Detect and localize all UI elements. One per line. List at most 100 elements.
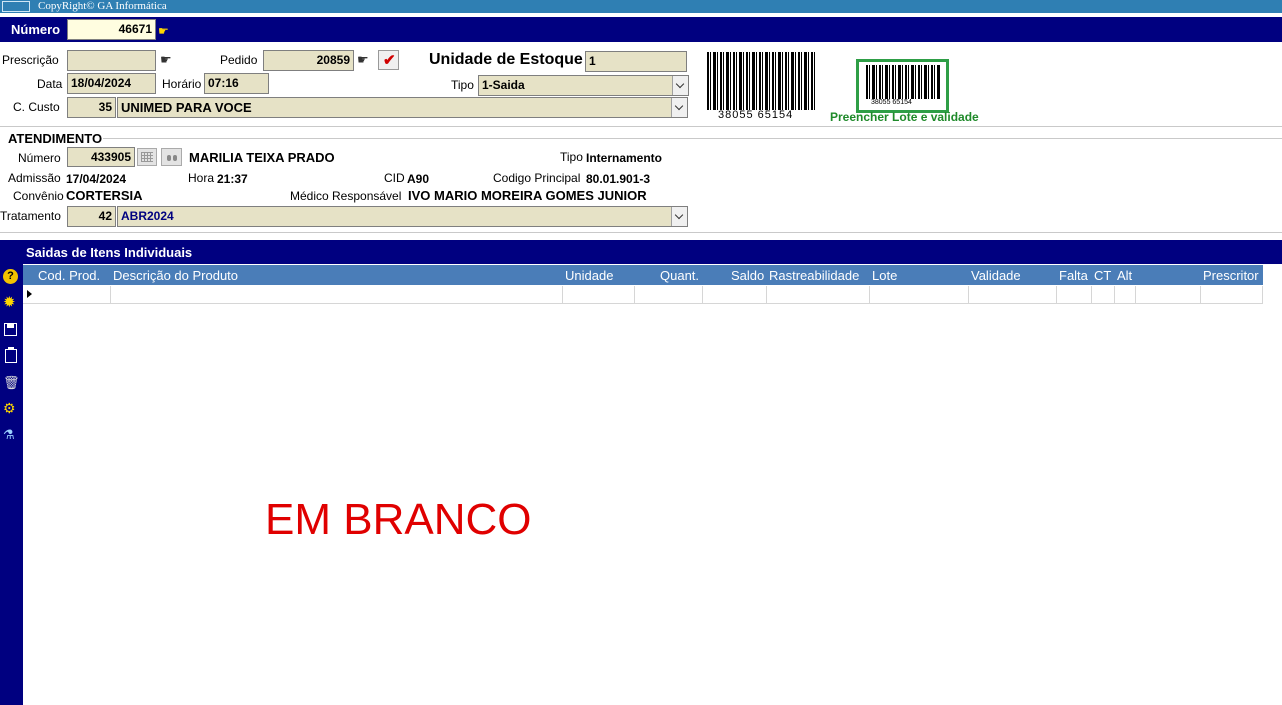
unidade-estoque-label: Unidade de Estoque bbox=[429, 51, 583, 68]
barcode-bars bbox=[707, 52, 815, 110]
codigo-principal-value: 80.01.901-3 bbox=[586, 172, 651, 186]
flask-icon[interactable]: ⚗ bbox=[3, 427, 19, 443]
divider bbox=[0, 232, 1282, 233]
col-prescritor[interactable]: Prescritor bbox=[1203, 265, 1259, 285]
grid-cell[interactable] bbox=[968, 286, 969, 303]
prescricao-label: Prescrição bbox=[2, 53, 59, 67]
atendimento-title: ATENDIMENTO bbox=[8, 131, 103, 146]
data-field[interactable]: 18/04/2024 bbox=[67, 73, 156, 94]
prescricao-field[interactable] bbox=[67, 50, 156, 71]
col-ct[interactable]: CT bbox=[1094, 265, 1111, 285]
atendimento-numero-field[interactable]: 433905 bbox=[67, 147, 135, 167]
grid-section-header: Saidas de Itens Individuais bbox=[0, 240, 1282, 264]
copyright-text: CopyRight© GA Informática bbox=[38, 0, 167, 12]
save-icon[interactable] bbox=[3, 322, 19, 338]
grid-column-header: Cod. Prod. Descrição do Produto Unidade … bbox=[23, 265, 1263, 285]
barcode-small-number: 38055 65154 bbox=[871, 99, 912, 106]
grid-cell[interactable] bbox=[766, 286, 767, 303]
grid-cell[interactable] bbox=[1262, 286, 1263, 303]
app-logo-icon bbox=[2, 1, 30, 12]
preencher-lote-link[interactable]: Preencher Lote e validade bbox=[830, 110, 979, 124]
grid-cell[interactable] bbox=[1114, 286, 1115, 303]
col-rastreabilidade[interactable]: Rastreabilidade bbox=[769, 265, 859, 285]
admissao-label: Admissão bbox=[8, 171, 61, 185]
tratamento-label: Tratamento bbox=[0, 209, 61, 223]
empty-annotation: EM BRANCO bbox=[265, 495, 532, 544]
ccusto-code-field[interactable]: 35 bbox=[67, 97, 116, 118]
col-lote[interactable]: Lote bbox=[872, 265, 897, 285]
barcode-large: 38055 65154 bbox=[702, 50, 820, 124]
grid-cell[interactable] bbox=[702, 286, 703, 303]
grid-cell[interactable] bbox=[1056, 286, 1057, 303]
copyright-bar: CopyRight© GA Informática bbox=[0, 0, 1282, 13]
cid-value: A90 bbox=[407, 172, 430, 186]
numero-field[interactable]: 46671 bbox=[67, 19, 156, 40]
chevron-down-icon[interactable] bbox=[671, 207, 687, 226]
help-icon[interactable]: ? bbox=[3, 269, 19, 285]
data-label: Data bbox=[37, 77, 63, 91]
barcode-small-bars bbox=[866, 65, 940, 99]
chevron-down-icon[interactable] bbox=[671, 98, 687, 117]
medico-label: Médico Responsável bbox=[290, 189, 402, 203]
codigo-principal-label: Codigo Principal bbox=[493, 171, 581, 185]
horario-label: Horário bbox=[162, 77, 202, 91]
grid-cell[interactable] bbox=[869, 286, 870, 303]
grid-title: Saidas de Itens Individuais bbox=[26, 245, 193, 260]
pedido-label: Pedido bbox=[220, 53, 258, 67]
grid-toolbar: ? ✹ 🗑 ⚙ ⚗ bbox=[0, 240, 23, 705]
numero-bar: Número 46671 ☛ bbox=[0, 17, 1282, 42]
tratamento-value: ABR2024 bbox=[121, 209, 174, 223]
col-quant[interactable]: Quant. bbox=[660, 265, 699, 285]
barcode-number: 38055 65154 bbox=[718, 109, 794, 121]
convenio-value: CORTERSIA bbox=[66, 188, 143, 203]
atendimento-tipo-value: Internamento bbox=[586, 151, 663, 165]
row-indicator-icon bbox=[27, 290, 32, 298]
hora-value: 21:37 bbox=[217, 172, 248, 186]
atendimento-tipo-label: Tipo bbox=[560, 150, 583, 164]
col-alt[interactable]: Alt bbox=[1117, 265, 1135, 285]
col-unidade[interactable]: Unidade bbox=[565, 265, 613, 285]
tipo-select[interactable]: 1-Saida bbox=[478, 75, 689, 96]
grid-cell[interactable] bbox=[1091, 286, 1092, 303]
divider bbox=[0, 126, 1282, 127]
col-saldo[interactable]: Saldo bbox=[731, 265, 764, 285]
chevron-down-icon[interactable] bbox=[672, 76, 688, 95]
admissao-value: 17/04/2024 bbox=[66, 172, 127, 186]
confirm-button[interactable]: ✔ bbox=[378, 50, 399, 70]
tratamento-select[interactable]: ABR2024 bbox=[117, 206, 688, 227]
pointing-hand-icon[interactable]: ☛ bbox=[158, 24, 169, 38]
binoculars-icon[interactable] bbox=[161, 148, 182, 166]
tipo-label: Tipo bbox=[451, 78, 474, 92]
cid-label: CID bbox=[384, 171, 405, 185]
grid-cell[interactable] bbox=[1200, 286, 1201, 303]
col-cod-prod[interactable]: Cod. Prod. bbox=[38, 265, 100, 285]
medico-value: IVO MARIO MOREIRA GOMES JUNIOR bbox=[408, 188, 647, 203]
barcode-scan-button[interactable]: 38055 65154 bbox=[856, 59, 949, 113]
calendar-icon[interactable] bbox=[137, 148, 157, 166]
col-descricao[interactable]: Descrição do Produto bbox=[113, 265, 238, 285]
horario-field[interactable]: 07:16 bbox=[204, 73, 269, 94]
pedido-field[interactable]: 20859 bbox=[263, 50, 354, 71]
settings-icon[interactable]: ⚙ bbox=[3, 400, 19, 416]
clipboard-icon[interactable] bbox=[3, 347, 19, 363]
tratamento-code-field[interactable]: 42 bbox=[67, 206, 116, 227]
col-falta[interactable]: Falta bbox=[1059, 265, 1088, 285]
prescricao-pointing-hand-icon[interactable]: ☛ bbox=[160, 53, 172, 67]
convenio-label: Convênio bbox=[13, 189, 64, 203]
new-icon[interactable]: ✹ bbox=[3, 295, 19, 311]
unidade-estoque-field[interactable]: 1 bbox=[585, 51, 687, 72]
delete-icon[interactable]: 🗑 bbox=[3, 375, 20, 391]
ccusto-label: C. Custo bbox=[13, 100, 60, 114]
grid-cell[interactable] bbox=[1135, 286, 1136, 303]
ccusto-value: UNIMED PARA VOCE bbox=[121, 100, 252, 115]
atendimento-numero-label: Número bbox=[18, 151, 61, 165]
ccusto-select[interactable]: UNIMED PARA VOCE bbox=[117, 97, 688, 118]
grid-cell[interactable] bbox=[562, 286, 563, 303]
table-row[interactable] bbox=[23, 286, 1263, 304]
pedido-pointing-hand-icon[interactable]: ☛ bbox=[357, 53, 369, 67]
col-validade[interactable]: Validade bbox=[971, 265, 1021, 285]
grid-cell[interactable] bbox=[110, 286, 111, 303]
grid-cell[interactable] bbox=[634, 286, 635, 303]
hora-label: Hora bbox=[188, 171, 215, 185]
atendimento-rule bbox=[103, 138, 1282, 139]
